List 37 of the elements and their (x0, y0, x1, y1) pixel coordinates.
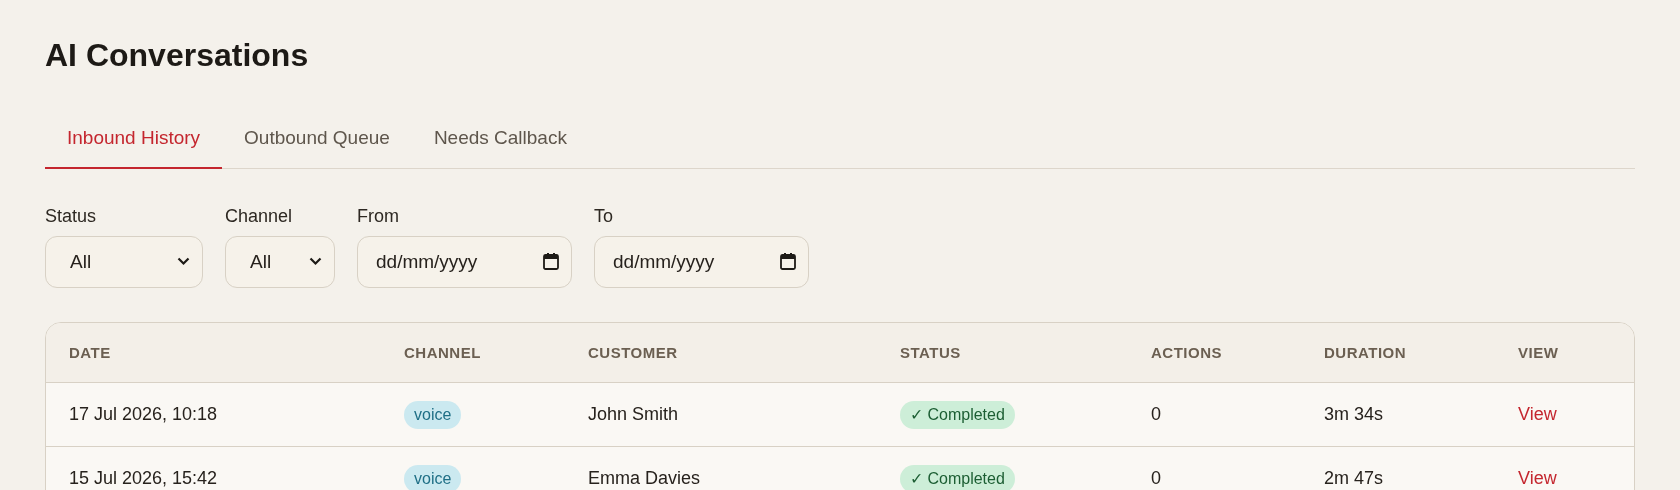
filter-label: From (357, 204, 400, 228)
column-header: CHANNEL (403, 342, 482, 363)
date-field[interactable]: dd/mm/yyyy (594, 235, 809, 288)
page-title: AI Conversations (45, 36, 310, 75)
column-header: CUSTOMER (587, 342, 679, 363)
select-field[interactable]: All (225, 235, 335, 288)
filter-label: To (594, 204, 614, 228)
calendar-icon (780, 253, 796, 271)
column-header: ACTIONS (1150, 342, 1223, 363)
tab[interactable]: Outbound Queue (222, 112, 412, 169)
chevron-down-icon (309, 257, 322, 267)
channel-tag: voice (404, 400, 462, 429)
filter-label: Status (45, 204, 98, 228)
duration-text: 2m 47s (1324, 467, 1384, 490)
column-header: DATE (68, 342, 112, 363)
status-tag: ✓ Completed (900, 464, 1015, 490)
tab[interactable]: Needs Callback (411, 112, 589, 169)
actions-count: 0 (1151, 467, 1161, 490)
date-text: 17 Jul 2026, 10:18 (69, 403, 218, 427)
column-header: STATUS (899, 342, 962, 363)
date-field[interactable]: dd/mm/yyyy (357, 235, 572, 288)
tab[interactable]: Inbound History (45, 112, 223, 169)
duration-text: 3m 34s (1324, 403, 1384, 427)
select-field[interactable]: All (45, 235, 203, 288)
calendar-icon (543, 253, 559, 271)
column-header: DURATION (1323, 342, 1408, 363)
customer-name: Emma Davies (588, 467, 701, 490)
filter-label: Channel (225, 204, 294, 228)
channel-tag: voice (404, 464, 462, 490)
view-link[interactable]: View (1518, 465, 1557, 490)
view-link[interactable]: View (1518, 401, 1557, 429)
status-tag: ✓ Completed (900, 400, 1015, 429)
customer-name: John Smith (588, 403, 679, 427)
column-header: VIEW (1517, 342, 1560, 363)
chevron-down-icon (177, 257, 190, 267)
actions-count: 0 (1151, 403, 1161, 427)
date-text: 15 Jul 2026, 15:42 (69, 467, 218, 490)
